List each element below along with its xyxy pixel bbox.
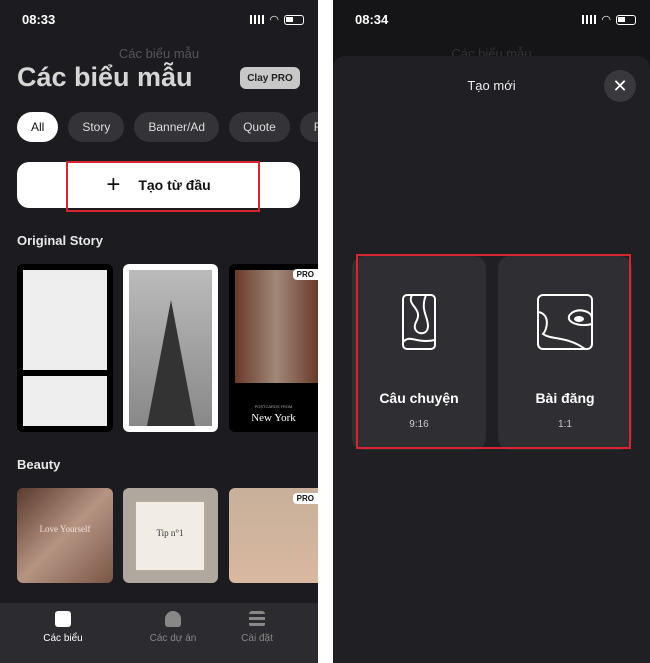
nav-label: Các dự án xyxy=(149,633,197,644)
category-chips: All Story Banner/Ad Quote F xyxy=(17,112,318,142)
nav-settings[interactable]: Cài đặt xyxy=(212,611,302,644)
templates-screen: 08:33 ◠ Các biểu mẫu Các biểu mẫu Clay P… xyxy=(0,0,318,663)
nav-projects[interactable]: Các dự án xyxy=(128,611,218,644)
status-icons: ◠ xyxy=(582,13,636,26)
battery-icon xyxy=(284,14,304,25)
templates-icon xyxy=(55,611,71,627)
page-title: Các biểu mẫu xyxy=(17,62,193,92)
clay-pro-button[interactable]: Clay PRO xyxy=(240,67,300,89)
signal-icon xyxy=(582,15,597,24)
highlight-box xyxy=(66,161,260,212)
status-time: 08:34 xyxy=(355,12,389,27)
battery-icon xyxy=(616,14,636,25)
thumb-caption: Love Yourself xyxy=(39,524,91,534)
wifi-icon: ◠ xyxy=(269,14,279,26)
chip-quote[interactable]: Quote xyxy=(229,112,290,142)
close-icon: ✕ xyxy=(612,75,628,96)
chip-all[interactable]: All xyxy=(17,112,59,142)
thumb-caption-small: POSTCARDS FROM xyxy=(254,404,293,409)
chip-story[interactable]: Story xyxy=(68,112,125,142)
nav-templates[interactable]: Các biểu xyxy=(18,611,108,644)
template-thumb[interactable]: POSTCARDS FROM New York PRO xyxy=(229,264,318,432)
status-icons: ◠ xyxy=(250,13,304,26)
signal-icon xyxy=(250,15,265,24)
thumb-caption: Tip n°1 xyxy=(156,528,184,538)
section-title: Beauty xyxy=(17,457,61,472)
status-time: 08:33 xyxy=(22,12,56,27)
user-icon xyxy=(165,611,181,627)
template-thumb[interactable] xyxy=(17,264,113,432)
chip-banner-ad[interactable]: Banner/Ad xyxy=(134,112,220,142)
chip-more[interactable]: F xyxy=(299,112,318,142)
wifi-icon: ◠ xyxy=(601,14,611,26)
highlight-box xyxy=(356,254,631,449)
template-thumb[interactable] xyxy=(123,264,218,432)
thumb-caption: New York xyxy=(251,412,296,424)
bottom-nav: Các biểu Các dự án Cài đặt xyxy=(0,603,318,663)
close-button[interactable]: ✕ xyxy=(604,70,636,102)
settings-icon xyxy=(249,611,265,627)
template-thumb[interactable]: Love Yourself xyxy=(17,488,113,583)
nav-label: Cài đặt xyxy=(241,633,273,644)
create-new-screen: 08:34 ◠ Các biểu mẫu Tạo mới ✕ Câu chuyệ… xyxy=(333,0,650,663)
template-thumb[interactable]: PRO xyxy=(229,488,318,583)
nav-label: Các biểu xyxy=(43,633,83,644)
pro-badge: PRO xyxy=(292,269,318,280)
section-title: Original Story xyxy=(17,233,103,248)
pro-badge: PRO xyxy=(292,493,318,504)
nav-title: Các biểu mẫu xyxy=(118,46,200,61)
template-thumb[interactable]: Tip n°1 xyxy=(123,488,218,583)
sheet-title: Tạo mới xyxy=(467,78,516,93)
